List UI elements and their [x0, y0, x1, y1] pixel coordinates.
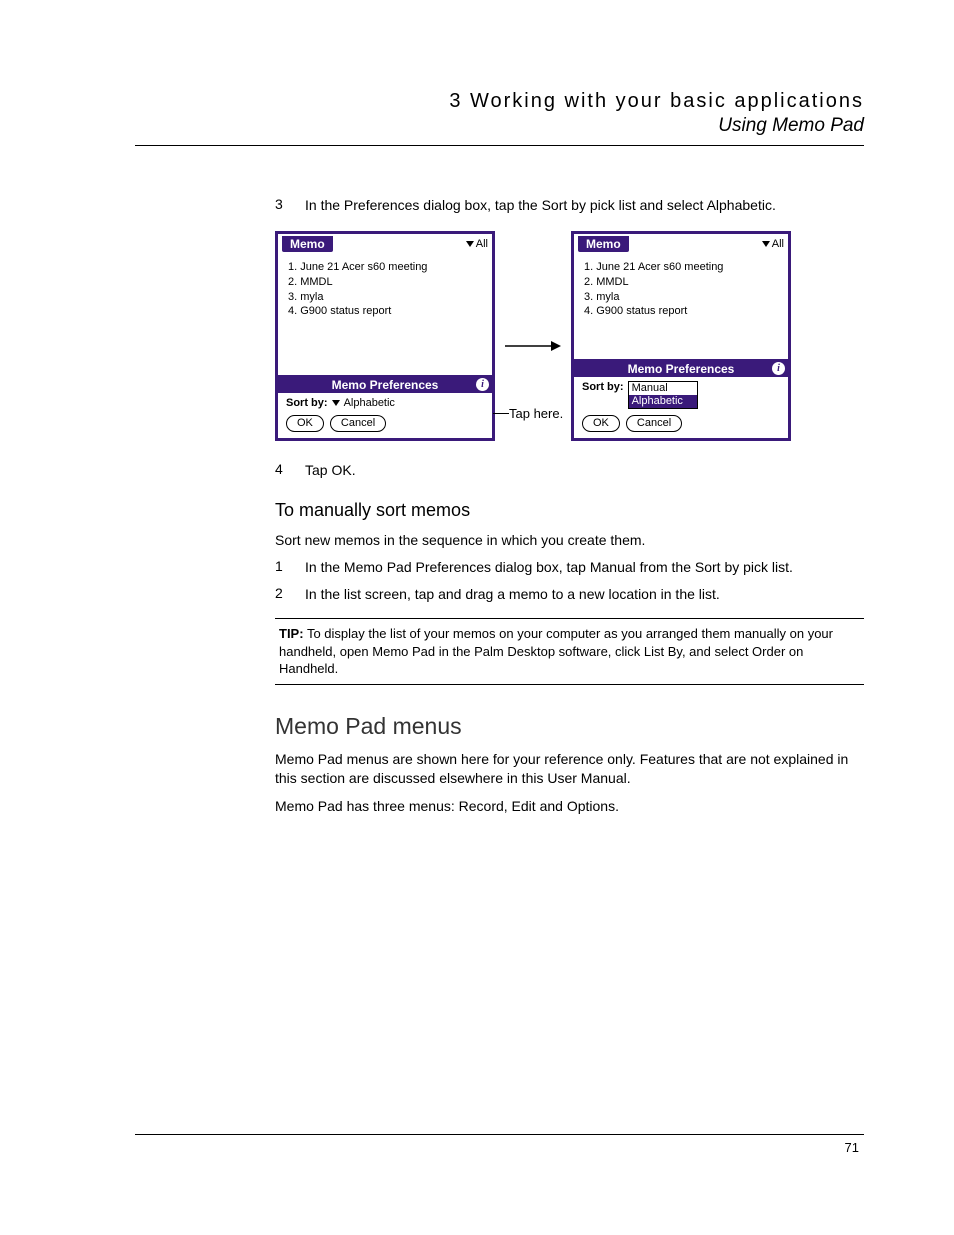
step-number: 4: [275, 461, 305, 480]
filter-label: All: [772, 238, 784, 250]
tip-label: TIP:: [279, 626, 304, 641]
memo-preferences-dialog: Memo Preferences i Sort by: Manual Alpha…: [574, 359, 788, 438]
list-item[interactable]: 2. MMDL: [288, 275, 482, 290]
tip-text: To display the list of your memos on you…: [279, 626, 833, 676]
memo-screen-right: Memo All 1. June 21 Acer s60 meeting 2. …: [571, 231, 791, 441]
ok-button[interactable]: OK: [582, 415, 620, 432]
list-item[interactable]: 4. G900 status report: [288, 304, 482, 319]
section-title: Using Memo Pad: [135, 115, 864, 137]
list-item[interactable]: 1. June 21 Acer s60 meeting: [584, 260, 778, 275]
memo-list: 1. June 21 Acer s60 meeting 2. MMDL 3. m…: [278, 256, 492, 323]
list-item[interactable]: 3. myla: [584, 290, 778, 305]
picklist-option-alphabetic[interactable]: Alphabetic: [629, 395, 697, 408]
dropdown-icon: [762, 241, 770, 247]
footer-rule: [135, 1134, 864, 1135]
sub-intro: Sort new memos in the sequence in which …: [275, 531, 864, 551]
list-item[interactable]: 4. G900 status report: [584, 304, 778, 319]
page-header: 3 Working with your basic applications U…: [135, 90, 864, 146]
sortby-picklist-open[interactable]: Manual Alphabetic: [628, 381, 698, 409]
category-filter[interactable]: All: [466, 238, 488, 250]
arrow-annotation: Tap here.: [503, 231, 563, 441]
cancel-button[interactable]: Cancel: [330, 415, 386, 432]
step-number: 1: [275, 558, 305, 577]
prefs-title: Memo Preferences: [628, 362, 735, 376]
dropdown-icon: [466, 241, 474, 247]
header-rule: [135, 145, 864, 146]
arrow-icon: [503, 339, 563, 353]
step-c1: 1 In the Memo Pad Preferences dialog box…: [275, 558, 864, 577]
list-item[interactable]: 2. MMDL: [584, 275, 778, 290]
info-icon[interactable]: i: [476, 378, 489, 391]
picklist-option-manual[interactable]: Manual: [629, 382, 697, 395]
section-memo-pad-menus: Memo Pad menus: [275, 713, 864, 740]
sortby-label: Sort by:: [582, 381, 624, 393]
tap-here-label: Tap here.: [509, 406, 563, 421]
cancel-button[interactable]: Cancel: [626, 415, 682, 432]
section2-p2: Memo Pad has three menus: Record, Edit a…: [275, 797, 864, 817]
list-item[interactable]: 3. myla: [288, 290, 482, 305]
info-icon[interactable]: i: [772, 362, 785, 375]
step-text: In the list screen, tap and drag a memo …: [305, 585, 720, 604]
page-number: 71: [845, 1140, 859, 1155]
category-filter[interactable]: All: [762, 238, 784, 250]
step-c2: 2 In the list screen, tap and drag a mem…: [275, 585, 864, 604]
step-text: In the Preferences dialog box, tap the S…: [305, 196, 776, 215]
list-item[interactable]: 1. June 21 Acer s60 meeting: [288, 260, 482, 275]
memo-tab[interactable]: Memo: [282, 236, 333, 252]
memo-list: 1. June 21 Acer s60 meeting 2. MMDL 3. m…: [574, 256, 788, 323]
prefs-title: Memo Preferences: [332, 378, 439, 392]
filter-label: All: [476, 238, 488, 250]
step-4: 4 Tap OK.: [275, 461, 864, 480]
step-text: In the Memo Pad Preferences dialog box, …: [305, 558, 793, 577]
memo-tab[interactable]: Memo: [578, 236, 629, 252]
dropdown-icon: [332, 400, 340, 406]
subheading-sort-memos: To manually sort memos: [275, 500, 864, 521]
sortby-value[interactable]: Alphabetic: [344, 397, 395, 409]
step-text: Tap OK.: [305, 461, 356, 480]
section2-p1: Memo Pad menus are shown here for your r…: [275, 750, 864, 789]
chapter-title: 3 Working with your basic applications: [135, 90, 864, 113]
memo-screen-left: Memo All 1. June 21 Acer s60 meeting 2. …: [275, 231, 495, 441]
tip-box: TIP: To display the list of your memos o…: [275, 618, 864, 685]
step-3: 3 In the Preferences dialog box, tap the…: [275, 196, 864, 215]
step-number: 3: [275, 196, 305, 215]
ok-button[interactable]: OK: [286, 415, 324, 432]
figure-row: Memo All 1. June 21 Acer s60 meeting 2. …: [275, 231, 864, 441]
sortby-label: Sort by:: [286, 397, 328, 409]
memo-preferences-dialog: Memo Preferences i Sort by: Alphabetic O…: [278, 375, 492, 438]
step-number: 2: [275, 585, 305, 604]
